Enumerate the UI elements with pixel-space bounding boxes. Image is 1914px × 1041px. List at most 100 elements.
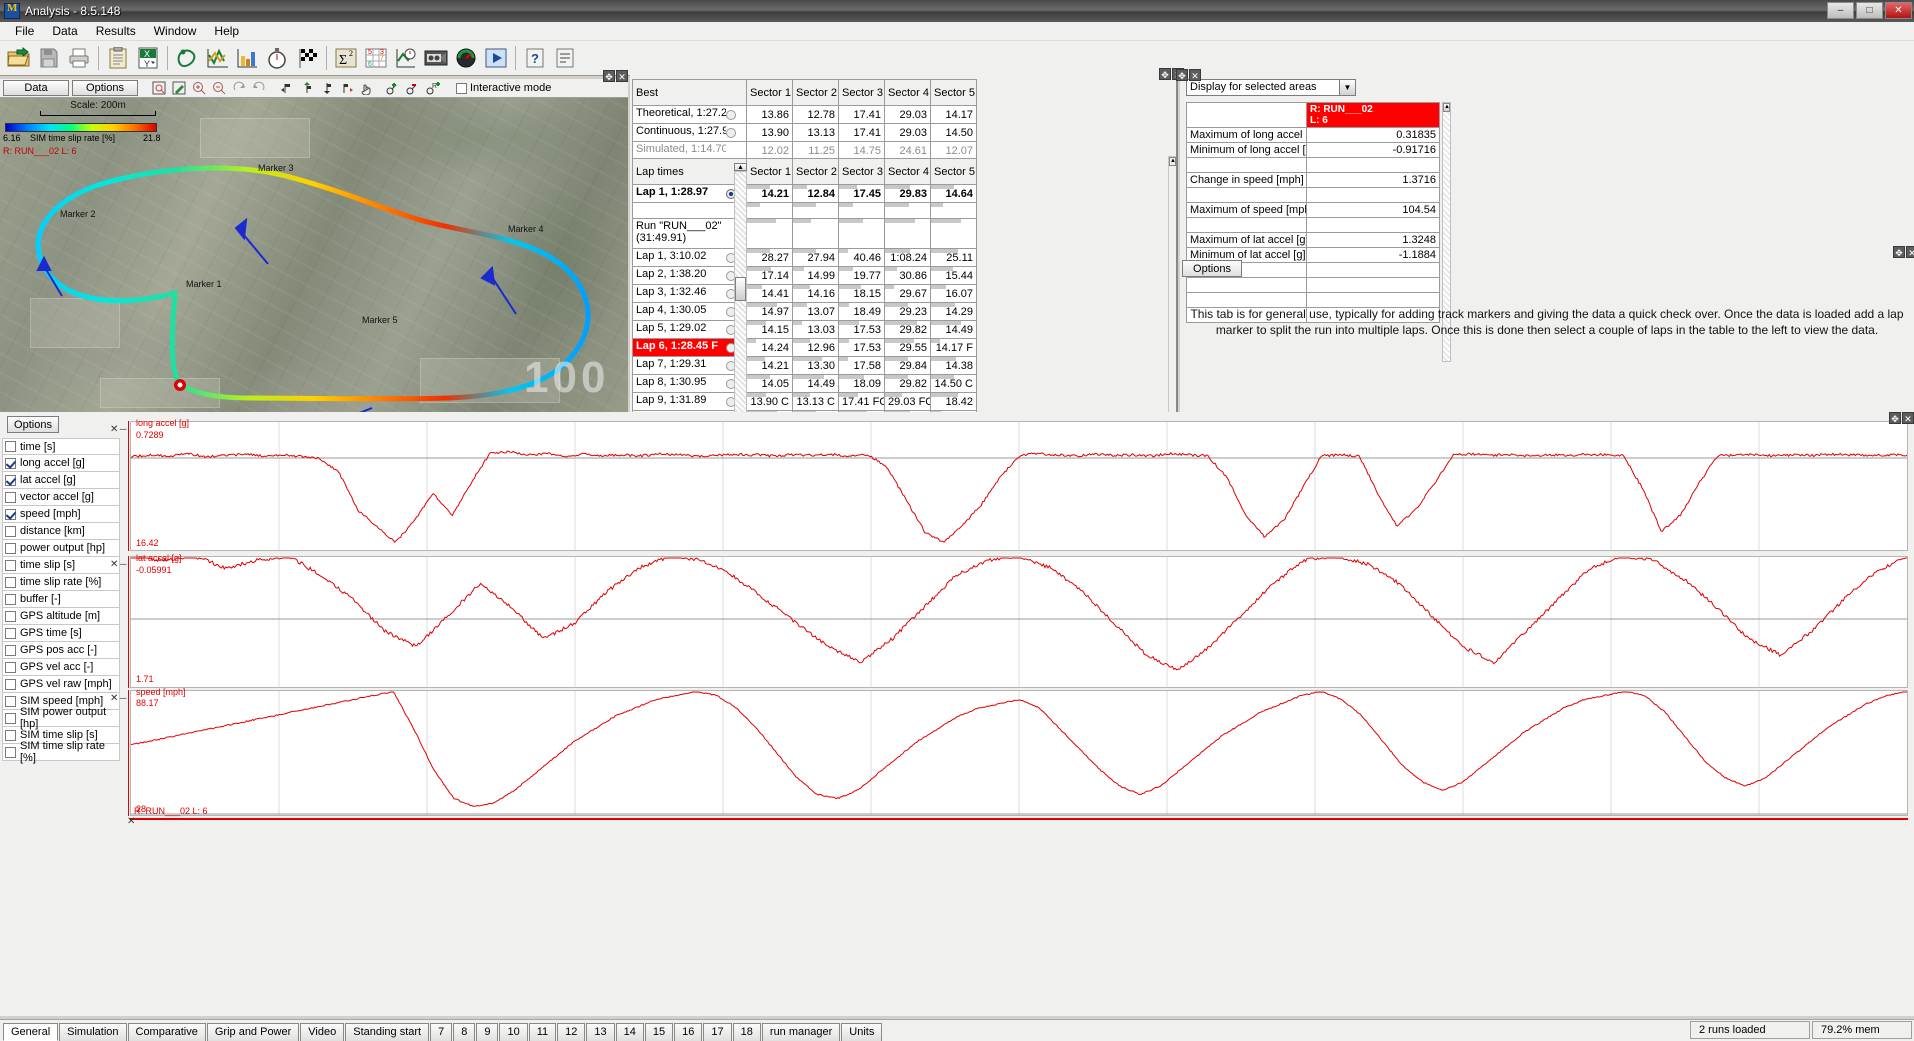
channel-checkbox[interactable] bbox=[5, 441, 16, 452]
scroll-up-icon[interactable]: ▲ bbox=[1169, 157, 1176, 166]
lap-row-label[interactable]: Lap 4, 1:30.05 bbox=[633, 303, 747, 321]
table-row[interactable] bbox=[1187, 188, 1440, 203]
tab-8[interactable]: 8 bbox=[453, 1023, 475, 1041]
next-marker-icon[interactable] bbox=[338, 80, 355, 96]
tab-units[interactable]: Units bbox=[841, 1023, 882, 1041]
interactive-mode-checkbox[interactable] bbox=[456, 83, 467, 94]
map-panel-controls[interactable]: ✥ ✕ bbox=[602, 70, 628, 82]
clipboard-icon[interactable] bbox=[103, 43, 133, 73]
lap-row-label[interactable]: Lap 8, 1:30.95 bbox=[633, 375, 747, 393]
remove-point-icon[interactable] bbox=[405, 80, 422, 96]
tab-video[interactable]: Video bbox=[300, 1023, 344, 1041]
channel-row-2[interactable]: lat accel [g] bbox=[2, 472, 120, 489]
chequered-flag-icon[interactable] bbox=[292, 43, 322, 73]
tab-12[interactable]: 12 bbox=[557, 1023, 585, 1041]
channel-row-16[interactable]: SIM power output [hp] bbox=[2, 710, 120, 727]
channel-checkbox[interactable] bbox=[5, 679, 16, 690]
table-row[interactable]: Lap 1, 3:10.02 28.27 27.94 40.46 1:08.24 25.1… bbox=[633, 249, 977, 267]
channel-row-7[interactable]: time slip [s] bbox=[2, 557, 120, 574]
channel-checkbox[interactable] bbox=[5, 509, 16, 520]
close-button[interactable]: ✕ bbox=[1885, 2, 1912, 19]
table-row[interactable] bbox=[1187, 158, 1440, 173]
bar-chart-icon[interactable] bbox=[232, 43, 262, 73]
table-row[interactable]: Lap 7, 1:29.31 14.21 13.30 17.58 29.84 14.38 bbox=[633, 357, 977, 375]
channel-checkbox[interactable] bbox=[5, 526, 16, 537]
channel-checkbox[interactable] bbox=[5, 645, 16, 656]
track-map-icon[interactable] bbox=[172, 43, 202, 73]
channel-checkbox[interactable] bbox=[5, 611, 16, 622]
add-marker-icon[interactable] bbox=[298, 80, 315, 96]
save-icon[interactable] bbox=[34, 43, 64, 73]
video-icon[interactable] bbox=[421, 43, 451, 73]
lap-row-label[interactable]: Lap 3, 1:32.46 bbox=[633, 285, 747, 303]
table-row[interactable]: Lap 8, 1:30.95 14.05 14.49 18.09 29.82 14.50 … bbox=[633, 375, 977, 393]
chevron-down-icon[interactable]: ▼ bbox=[1339, 80, 1355, 95]
plot1-collapse-icon[interactable]: ─ bbox=[120, 424, 126, 434]
lap-row-label[interactable]: Lap 2, 1:38.20 bbox=[633, 267, 747, 285]
tab-run-manager[interactable]: run manager bbox=[762, 1023, 840, 1041]
tab-16[interactable]: 16 bbox=[674, 1023, 702, 1041]
channel-row-1[interactable]: long accel [g] bbox=[2, 455, 120, 472]
channel-checkbox[interactable] bbox=[5, 747, 16, 758]
lap-row-label[interactable]: Lap 1, 1:28.97 bbox=[633, 185, 747, 203]
table-row[interactable] bbox=[1187, 218, 1440, 233]
map-options-button[interactable]: Options bbox=[72, 80, 138, 96]
channel-checkbox[interactable] bbox=[5, 475, 16, 486]
menu-item-results[interactable]: Results bbox=[87, 23, 145, 39]
table-row[interactable]: Continuous, 1:27.97 13.90 13.13 17.41 29.03 1… bbox=[633, 124, 977, 142]
gauge-icon[interactable] bbox=[451, 43, 481, 73]
add-point-icon[interactable] bbox=[385, 80, 402, 96]
lap-row-label[interactable]: Lap 5, 1:29.02 bbox=[633, 321, 747, 339]
close-panel-icon[interactable]: ✕ bbox=[1902, 412, 1914, 424]
channel-checkbox[interactable] bbox=[5, 594, 16, 605]
reset-points-icon[interactable]: R bbox=[425, 80, 442, 96]
close-panel-icon[interactable]: ✕ bbox=[616, 70, 628, 82]
channel-row-3[interactable]: vector accel [g] bbox=[2, 489, 120, 506]
table-row[interactable]: Maximum of speed [mph] 104.54 bbox=[1187, 203, 1440, 218]
map-data-button[interactable]: Data bbox=[3, 80, 69, 96]
channel-checkbox[interactable] bbox=[5, 713, 16, 724]
statistics-table[interactable]: R: RUN___02 L: 6 Maximum of long accel [g]… bbox=[1186, 102, 1440, 323]
play-icon[interactable] bbox=[481, 43, 511, 73]
properties-icon[interactable] bbox=[550, 43, 580, 73]
channel-row-8[interactable]: time slip rate [%] bbox=[2, 574, 120, 591]
zoom-in-icon[interactable] bbox=[190, 80, 207, 96]
display-mode-dropdown[interactable]: Display for selected areas ▼ bbox=[1186, 79, 1356, 96]
table-row[interactable] bbox=[633, 203, 977, 219]
tab-grip-and-power[interactable]: Grip and Power bbox=[207, 1023, 299, 1041]
number-grid-icon[interactable]: 5376 bbox=[361, 43, 391, 73]
plot2-collapse-icon[interactable]: ─ bbox=[120, 559, 126, 569]
channel-row-0[interactable]: time [s] bbox=[2, 438, 120, 455]
menu-item-file[interactable]: File bbox=[6, 23, 43, 39]
bottom-tab-bar[interactable]: General Simulation Comparative Grip and Pow… bbox=[0, 1019, 1914, 1041]
plot3-collapse-icon[interactable]: ─ bbox=[120, 693, 126, 703]
channel-checkbox[interactable] bbox=[5, 662, 16, 673]
lap-scrollbar-thumb[interactable] bbox=[735, 277, 746, 301]
xy-graph-icon[interactable] bbox=[202, 43, 232, 73]
table-row[interactable]: Lap 9, 1:31.89 13.90 C 13.13 C 17.41 FC 29.0… bbox=[633, 393, 977, 411]
close-panel-icon[interactable]: ✕ bbox=[1906, 246, 1914, 258]
channel-row-13[interactable]: GPS vel acc [-] bbox=[2, 659, 120, 676]
channel-row-10[interactable]: GPS altitude [m] bbox=[2, 608, 120, 625]
zoom-out-icon[interactable] bbox=[210, 80, 227, 96]
table-row[interactable]: Lap 6, 1:28.45 F 14.24 12.96 17.53 29.55 14.1… bbox=[633, 339, 977, 357]
table-row[interactable]: Lap 3, 1:32.46 14.41 14.16 18.15 29.67 16.07 bbox=[633, 285, 977, 303]
move-panel-icon[interactable]: ✥ bbox=[1176, 69, 1188, 81]
channel-row-4[interactable]: speed [mph] bbox=[2, 506, 120, 523]
stopwatch-icon[interactable] bbox=[262, 43, 292, 73]
right-panel-controls[interactable]: ✥ ✕ bbox=[1175, 69, 1201, 81]
help-icon[interactable]: ? bbox=[520, 43, 550, 73]
tab-10[interactable]: 10 bbox=[499, 1023, 527, 1041]
tab-comparative[interactable]: Comparative bbox=[128, 1023, 206, 1041]
best-row-radio[interactable] bbox=[726, 128, 736, 138]
plot1-close-icon[interactable]: ✕ bbox=[110, 424, 118, 435]
plot-long-accel[interactable] bbox=[130, 421, 1908, 551]
open-folder-icon[interactable] bbox=[4, 43, 34, 73]
channel-checkbox[interactable] bbox=[5, 730, 16, 741]
lap-row-label[interactable]: Run "RUN___02" (31:49.91) bbox=[633, 219, 747, 249]
statistics-table-body[interactable]: R: RUN___02 L: 6 Maximum of long accel [g]… bbox=[1187, 103, 1440, 323]
move-panel-icon[interactable]: ✥ bbox=[1893, 246, 1905, 258]
channel-checkbox[interactable] bbox=[5, 492, 16, 503]
graph-panel-controls[interactable]: ✥ ✕ bbox=[1888, 412, 1914, 424]
table-row[interactable]: Lap 2, 1:38.20 17.14 14.99 19.77 30.86 15.44 bbox=[633, 267, 977, 285]
